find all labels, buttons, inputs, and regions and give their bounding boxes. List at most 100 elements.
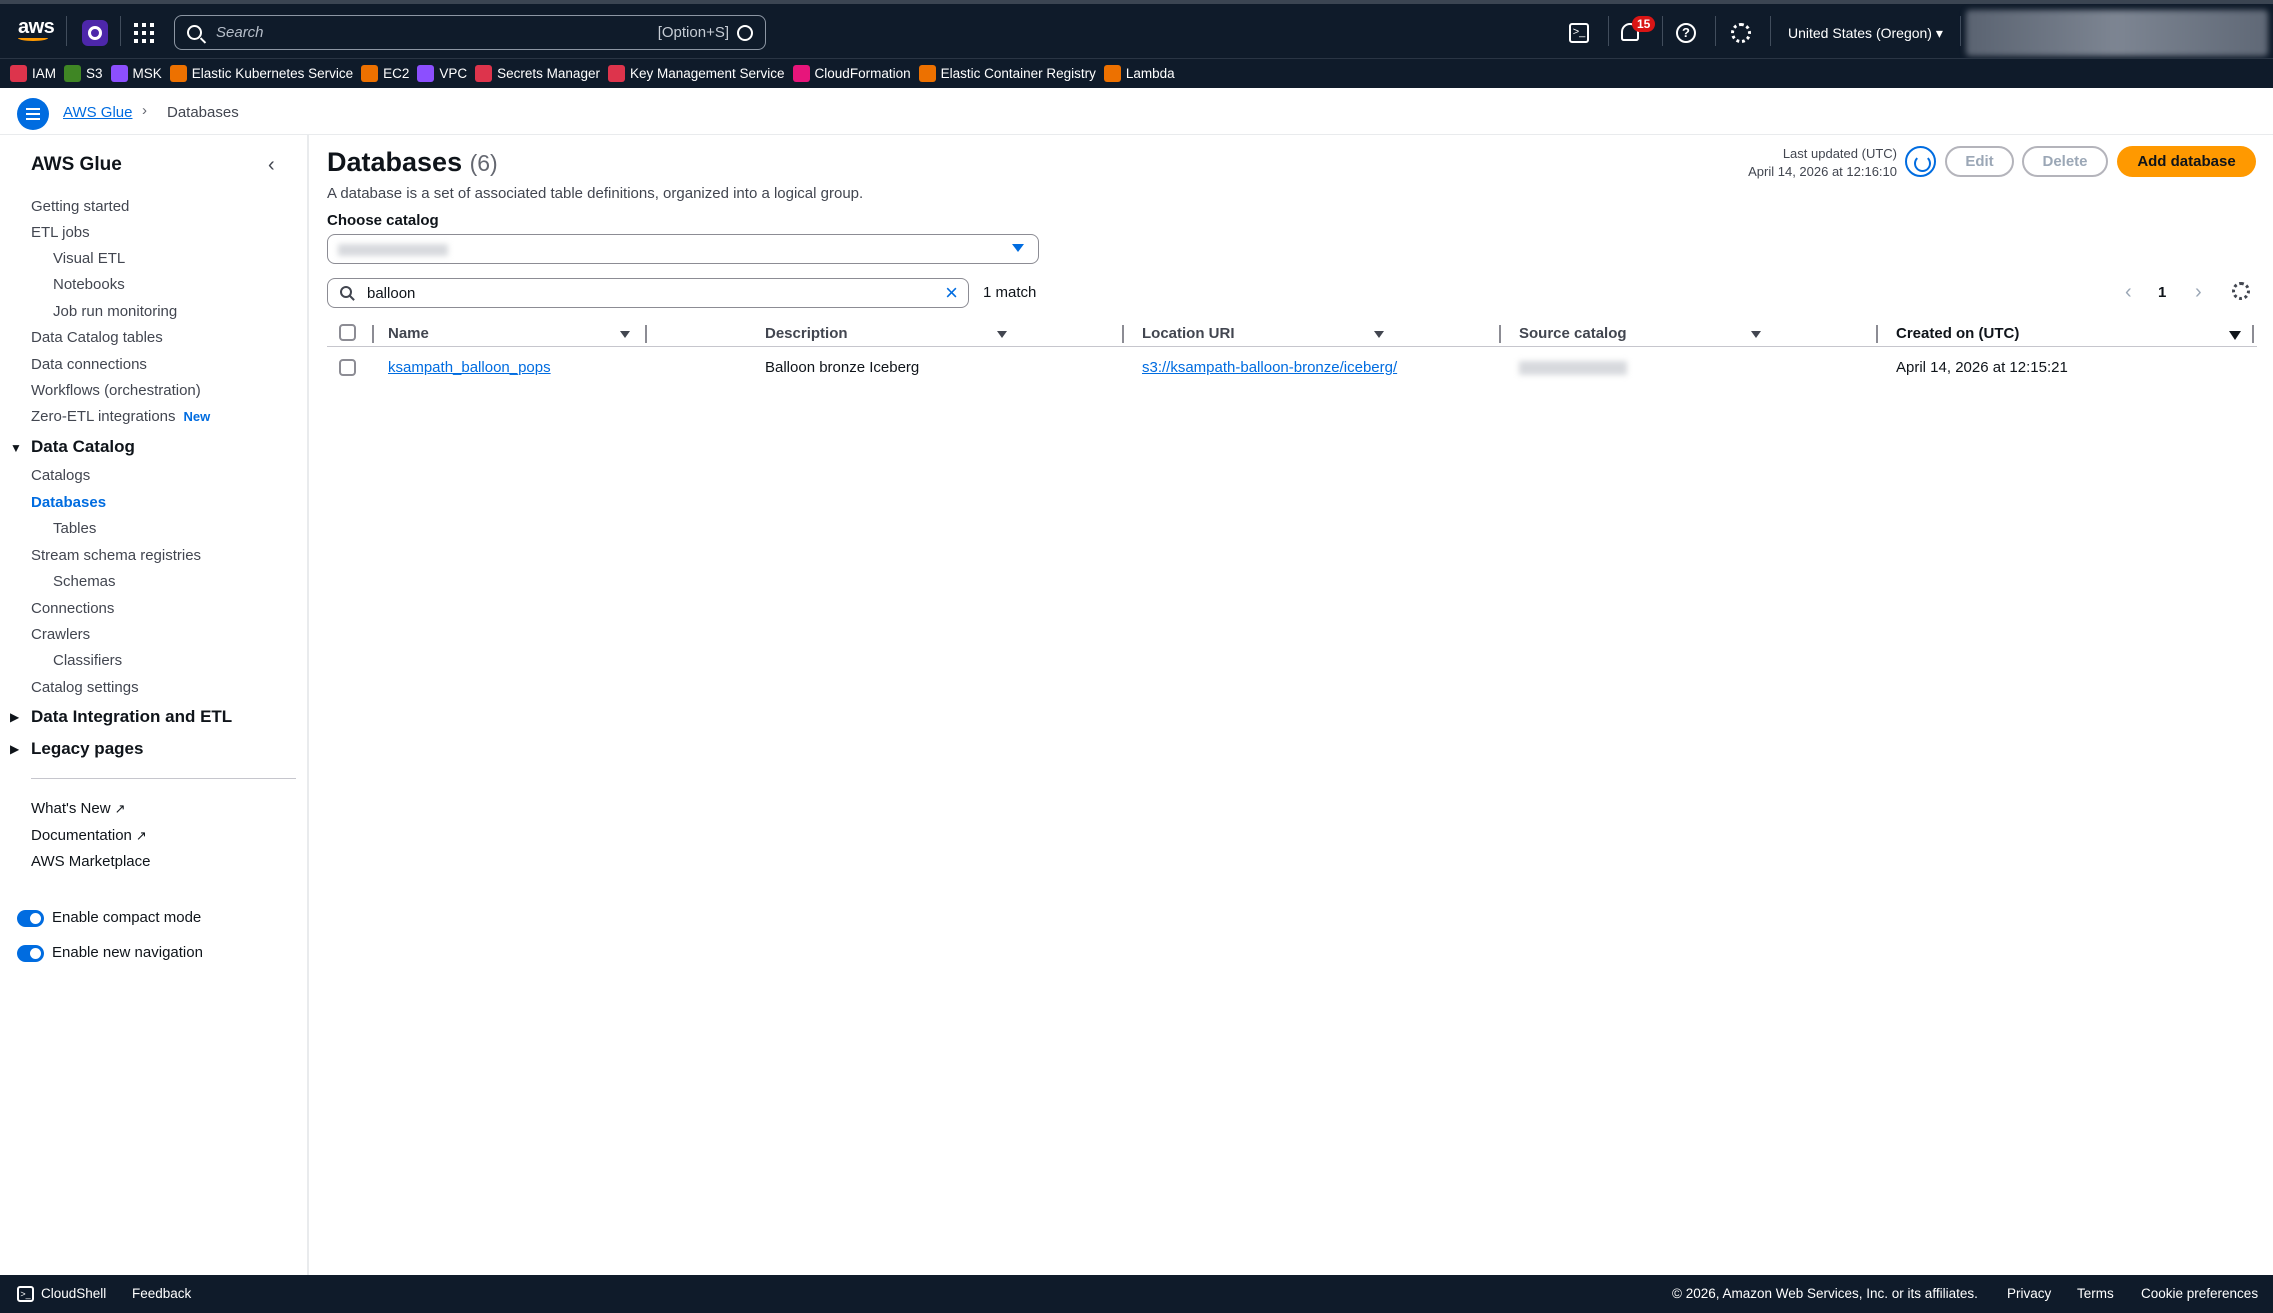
secrets-manager-icon: [475, 65, 493, 82]
help-icon[interactable]: ?: [1676, 23, 1696, 43]
favorite-ecr[interactable]: Elastic Container Registry: [918, 65, 1096, 82]
match-count: 1 match: [983, 284, 1037, 301]
sidebar-section-legacy-pages[interactable]: Legacy pages: [31, 739, 143, 759]
caret-down-icon[interactable]: ▼: [10, 441, 22, 455]
breadcrumb-aws-glue[interactable]: AWS Glue: [63, 104, 132, 121]
page-description: A database is a set of associated table …: [327, 185, 864, 202]
hamburger-menu-icon[interactable]: [17, 98, 49, 130]
favorite-ec2[interactable]: EC2: [361, 65, 409, 82]
page-number[interactable]: 1: [2158, 284, 2166, 301]
aws-logo[interactable]: aws: [18, 16, 55, 41]
filter-input[interactable]: balloon ×: [327, 278, 969, 308]
favorite-label: Elastic Kubernetes Service: [191, 66, 354, 81]
favorite-secrets-manager[interactable]: Secrets Manager: [475, 65, 600, 82]
footer-cookie-preferences[interactable]: Cookie preferences: [2141, 1286, 2258, 1301]
clear-filter-icon[interactable]: ×: [945, 280, 958, 306]
edit-button[interactable]: Edit: [1945, 146, 2014, 177]
row-checkbox[interactable]: [339, 359, 356, 376]
database-name-link[interactable]: ksampath_balloon_pops: [388, 359, 551, 376]
favorite-s3[interactable]: S3: [64, 65, 103, 82]
sort-icon[interactable]: [997, 331, 1007, 338]
sort-icon[interactable]: [620, 331, 630, 338]
sidebar-section-data-catalog[interactable]: Data Catalog: [31, 437, 135, 457]
sidebar-item-job-run-monitoring[interactable]: Job run monitoring: [53, 303, 177, 320]
sidebar-link-whats-new[interactable]: What's New ↗: [31, 800, 125, 817]
select-all-checkbox[interactable]: [339, 324, 356, 341]
previous-page-icon[interactable]: ‹: [2125, 281, 2132, 304]
column-header-description[interactable]: Description: [765, 325, 848, 342]
sidebar-item-getting-started[interactable]: Getting started: [31, 198, 129, 215]
top-navigation-bar: aws Search [Option+S] >_ 15 ? United Sta…: [0, 0, 2273, 58]
search-shortcut: [Option+S]: [657, 24, 729, 41]
sidebar-item-stream-schema-registries[interactable]: Stream schema registries: [31, 547, 201, 564]
new-navigation-toggle[interactable]: [17, 945, 44, 962]
new-badge: New: [183, 409, 211, 424]
delete-button[interactable]: Delete: [2022, 146, 2108, 177]
favorite-iam[interactable]: IAM: [10, 65, 56, 82]
sidebar-link-marketplace[interactable]: AWS Marketplace: [31, 853, 150, 870]
footer-feedback[interactable]: Feedback: [132, 1286, 191, 1301]
refresh-icon[interactable]: [1905, 146, 1936, 177]
settings-gear-icon[interactable]: [1731, 23, 1751, 43]
favorite-cloudformation[interactable]: CloudFormation: [792, 65, 911, 82]
sidebar-item-crawlers[interactable]: Crawlers: [31, 626, 90, 643]
sidebar-item-connections[interactable]: Connections: [31, 600, 114, 617]
region-selector[interactable]: United States (Oregon) ▾: [1788, 25, 1943, 42]
column-header-location-uri[interactable]: Location URI: [1142, 325, 1235, 342]
services-menu-icon[interactable]: [134, 23, 154, 43]
footer-cloudshell[interactable]: CloudShell: [41, 1286, 106, 1301]
favorite-label: CloudFormation: [814, 66, 911, 81]
sidebar-item-data-connections[interactable]: Data connections: [31, 356, 147, 373]
sidebar-item-data-catalog-tables[interactable]: Data Catalog tables: [31, 329, 163, 346]
sidebar-item-catalogs[interactable]: Catalogs: [31, 467, 90, 484]
favorite-eks[interactable]: Elastic Kubernetes Service: [169, 65, 354, 82]
column-header-source-catalog[interactable]: Source catalog: [1519, 325, 1627, 342]
footer-terms[interactable]: Terms: [2077, 1286, 2114, 1301]
cloudshell-icon[interactable]: >_: [1569, 23, 1589, 43]
sidebar-item-tables[interactable]: Tables: [53, 520, 96, 537]
sidebar-item-notebooks[interactable]: Notebooks: [53, 276, 125, 293]
sidebar-item-visual-etl[interactable]: Visual ETL: [53, 250, 125, 267]
external-link-icon: ↗: [135, 828, 147, 843]
favorite-label: Lambda: [1125, 66, 1175, 81]
favorite-msk[interactable]: MSK: [110, 65, 162, 82]
caret-right-icon[interactable]: ▶: [10, 710, 19, 724]
favorite-lambda[interactable]: Lambda: [1103, 65, 1175, 82]
collapse-sidebar-icon[interactable]: ‹: [268, 154, 275, 177]
sidebar-item-databases[interactable]: Databases: [31, 494, 106, 511]
sidebar-item-etl-jobs[interactable]: ETL jobs: [31, 224, 90, 241]
unified-studio-icon[interactable]: [82, 20, 108, 46]
kms-icon: [607, 65, 625, 82]
caret-right-icon[interactable]: ▶: [10, 742, 19, 756]
catalog-value-redacted: [338, 244, 448, 256]
table-preferences-icon[interactable]: [2232, 282, 2250, 300]
sidebar-title[interactable]: AWS Glue: [31, 154, 122, 176]
favorite-vpc[interactable]: VPC: [417, 65, 467, 82]
sort-icon[interactable]: [1751, 331, 1761, 338]
sort-icon[interactable]: [1374, 331, 1384, 338]
search-input[interactable]: Search [Option+S]: [174, 15, 766, 50]
search-icon: [187, 25, 202, 40]
footer-privacy[interactable]: Privacy: [2007, 1286, 2051, 1301]
sidebar-item-zero-etl[interactable]: Zero-ETL integrations New: [31, 408, 210, 425]
sidebar-item-schemas[interactable]: Schemas: [53, 573, 116, 590]
account-menu[interactable]: [1966, 10, 2268, 56]
column-header-created-on[interactable]: Created on (UTC): [1896, 325, 2019, 342]
next-page-icon[interactable]: ›: [2195, 281, 2202, 304]
favorite-label: S3: [86, 66, 103, 81]
sidebar-item-catalog-settings[interactable]: Catalog settings: [31, 679, 139, 696]
sidebar-section-data-integration[interactable]: Data Integration and ETL: [31, 707, 232, 727]
add-database-button[interactable]: Add database: [2117, 146, 2256, 177]
column-header-name[interactable]: Name: [388, 325, 429, 342]
location-uri-link[interactable]: s3://ksampath-balloon-bronze/iceberg/: [1142, 359, 1397, 376]
catalog-select[interactable]: [327, 234, 1039, 264]
favorite-kms[interactable]: Key Management Service: [607, 65, 785, 82]
compact-mode-toggle[interactable]: [17, 910, 44, 927]
sort-descending-icon[interactable]: [2229, 331, 2241, 340]
sidebar-link-documentation[interactable]: Documentation ↗: [31, 827, 147, 844]
cloudshell-icon[interactable]: >_: [17, 1286, 34, 1302]
column-divider: [1122, 325, 1124, 343]
sidebar-item-classifiers[interactable]: Classifiers: [53, 652, 122, 669]
sidebar-item-workflows[interactable]: Workflows (orchestration): [31, 382, 201, 399]
footer-copyright: © 2026, Amazon Web Services, Inc. or its…: [1672, 1286, 1978, 1301]
